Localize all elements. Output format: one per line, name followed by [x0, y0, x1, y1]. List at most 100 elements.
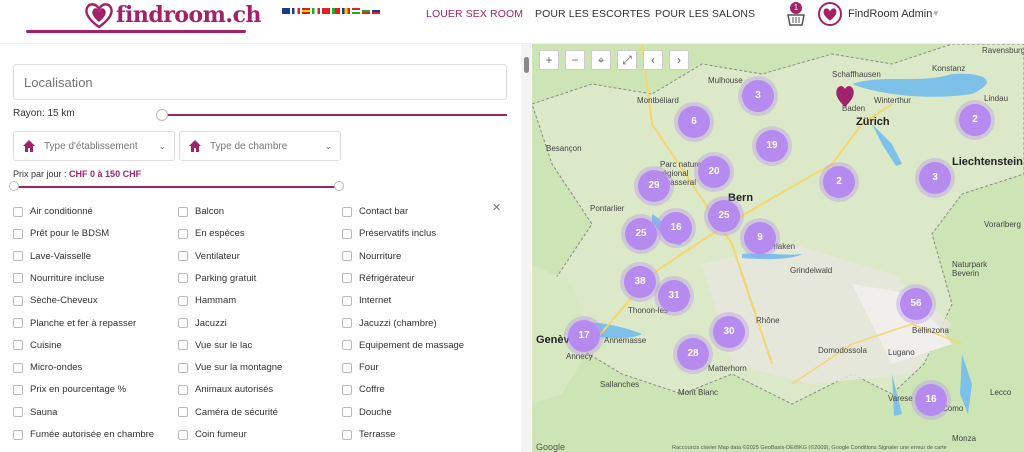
amenity-checkbox[interactable]: Parking gratuit	[178, 273, 256, 284]
checkbox-box[interactable]	[342, 384, 352, 395]
amenity-checkbox[interactable]: Coin fumeur	[178, 429, 247, 440]
checkbox-box[interactable]	[13, 340, 23, 351]
scrollbar-thumb[interactable]	[524, 57, 529, 73]
radius-slider-handle[interactable]	[156, 109, 168, 121]
flag-fr-icon[interactable]	[292, 8, 300, 14]
amenity-checkbox[interactable]: Four	[342, 362, 379, 373]
location-input[interactable]	[13, 64, 507, 100]
flag-ro-icon[interactable]	[342, 8, 350, 14]
checkbox-box[interactable]	[342, 295, 352, 306]
amenity-checkbox[interactable]: Air conditionné	[13, 206, 93, 217]
map-cluster[interactable]: 25	[708, 200, 740, 232]
flag-hu-icon[interactable]	[352, 8, 360, 14]
map-cluster[interactable]: 38	[624, 266, 656, 298]
map-attribution[interactable]: Raccourcis clavier Map data ©2025 GeoBas…	[672, 445, 947, 451]
checkbox-box[interactable]	[342, 407, 352, 418]
amenity-checkbox[interactable]: Prêt pour le BDSM	[13, 228, 109, 239]
flag-ch-icon[interactable]	[322, 8, 330, 14]
checkbox-box[interactable]	[13, 273, 23, 284]
map-cluster[interactable]: 30	[713, 316, 745, 348]
flag-pt-icon[interactable]	[332, 8, 340, 14]
user-name[interactable]: FindRoom Admin	[848, 8, 932, 20]
amenity-checkbox[interactable]: Micro-ondes	[13, 362, 82, 373]
checkbox-box[interactable]	[178, 384, 188, 395]
checkbox-box[interactable]	[342, 429, 352, 440]
price-slider-max-handle[interactable]	[334, 181, 344, 191]
amenity-checkbox[interactable]: Balcon	[178, 206, 224, 217]
checkbox-box[interactable]	[13, 318, 23, 328]
checkbox-box[interactable]	[178, 273, 188, 284]
type-etablissement-select[interactable]: Type d'établissement ⌄	[13, 131, 175, 161]
checkbox-box[interactable]	[178, 362, 188, 373]
checkbox-box[interactable]	[178, 318, 188, 328]
map-cluster[interactable]: 20	[698, 156, 730, 188]
flag-uk-icon[interactable]	[282, 8, 290, 14]
amenity-checkbox[interactable]: Préservatifs inclus	[342, 228, 436, 239]
map-cluster[interactable]: 6	[678, 106, 710, 138]
amenity-checkbox[interactable]: Planche et fer à repasser	[13, 318, 136, 329]
checkbox-box[interactable]	[342, 318, 352, 328]
checkbox-box[interactable]	[178, 251, 188, 262]
map-cluster[interactable]: 3	[742, 80, 774, 112]
checkbox-box[interactable]	[178, 407, 188, 418]
checkbox-box[interactable]	[342, 228, 352, 239]
cart-button[interactable]: 1	[786, 2, 806, 26]
amenity-checkbox[interactable]: Nourriture	[342, 251, 401, 262]
checkbox-box[interactable]	[178, 340, 188, 351]
map-cluster[interactable]: 17	[568, 320, 600, 352]
checkbox-box[interactable]	[178, 206, 188, 217]
amenity-checkbox[interactable]: En espèces	[178, 228, 245, 239]
amenity-checkbox[interactable]: Animaux autorisés	[178, 384, 273, 395]
type-chambre-select[interactable]: Type de chambre ⌄	[179, 131, 341, 161]
checkbox-box[interactable]	[178, 228, 188, 239]
zoom-in-button[interactable]: +	[539, 50, 559, 70]
location-pin-icon[interactable]: ⌖	[591, 50, 611, 70]
checkbox-box[interactable]	[13, 362, 23, 373]
language-flags[interactable]	[282, 8, 380, 14]
checkbox-box[interactable]	[342, 251, 352, 262]
avatar[interactable]	[818, 2, 842, 26]
nav-pour-les-escortes[interactable]: POUR LES ESCORTES	[535, 8, 650, 20]
checkbox-box[interactable]	[13, 251, 23, 262]
amenity-checkbox[interactable]: Terrasse	[342, 429, 395, 440]
radius-slider-track[interactable]	[160, 114, 507, 116]
map-cluster[interactable]: 3	[919, 162, 951, 194]
nav-pour-les-salons[interactable]: POUR LES SALONS	[655, 8, 755, 20]
map-cluster[interactable]: 2	[823, 166, 855, 198]
amenity-checkbox[interactable]: Réfrigérateur	[342, 273, 414, 284]
map-cluster[interactable]: 2	[959, 104, 991, 136]
amenity-checkbox[interactable]: Sauna	[13, 407, 57, 418]
amenity-checkbox[interactable]: Contact bar	[342, 206, 408, 217]
logo[interactable]: findroom.ch	[84, 0, 261, 30]
checkbox-box[interactable]	[13, 228, 23, 239]
flag-it-icon[interactable]	[312, 8, 320, 14]
map-cluster[interactable]: 19	[756, 130, 788, 162]
amenity-checkbox[interactable]: Ventilateur	[178, 251, 240, 262]
checkbox-box[interactable]	[13, 407, 23, 418]
map-cluster[interactable]: 16	[660, 212, 692, 244]
chevron-down-icon[interactable]: ▼	[932, 9, 940, 18]
amenity-checkbox[interactable]: Equipement de massage	[342, 340, 464, 351]
scrollbar[interactable]	[521, 44, 531, 452]
map-cluster[interactable]: 31	[658, 280, 690, 312]
flag-es-icon[interactable]	[302, 8, 310, 14]
close-icon[interactable]: ✕	[492, 201, 501, 214]
amenity-checkbox[interactable]: Internet	[342, 295, 391, 306]
checkbox-box[interactable]	[178, 295, 188, 306]
flag-bg-icon[interactable]	[362, 8, 370, 14]
amenity-checkbox[interactable]: Prix en pourcentage %	[13, 384, 126, 395]
amenity-checkbox[interactable]: Vue sur la montagne	[178, 362, 282, 373]
map[interactable]: + − ⌖ ⤢ ‹ › Mulhouse Schaffhausen Konsta…	[532, 44, 1024, 452]
amenity-checkbox[interactable]: Sèche-Cheveux	[13, 295, 98, 306]
chevron-left-icon[interactable]: ‹	[643, 50, 663, 70]
checkbox-box[interactable]	[342, 206, 352, 217]
checkbox-box[interactable]	[342, 273, 352, 284]
flag-ru-icon[interactable]	[372, 8, 380, 14]
amenity-checkbox[interactable]: Douche	[342, 407, 392, 418]
checkbox-box[interactable]	[13, 384, 23, 395]
amenity-checkbox[interactable]: Lave-Vaisselle	[13, 251, 91, 262]
amenity-checkbox[interactable]: Hammam	[178, 295, 236, 306]
zoom-out-button[interactable]: −	[565, 50, 585, 70]
fullscreen-icon[interactable]: ⤢	[617, 50, 637, 70]
amenity-checkbox[interactable]: Vue sur le lac	[178, 340, 252, 351]
